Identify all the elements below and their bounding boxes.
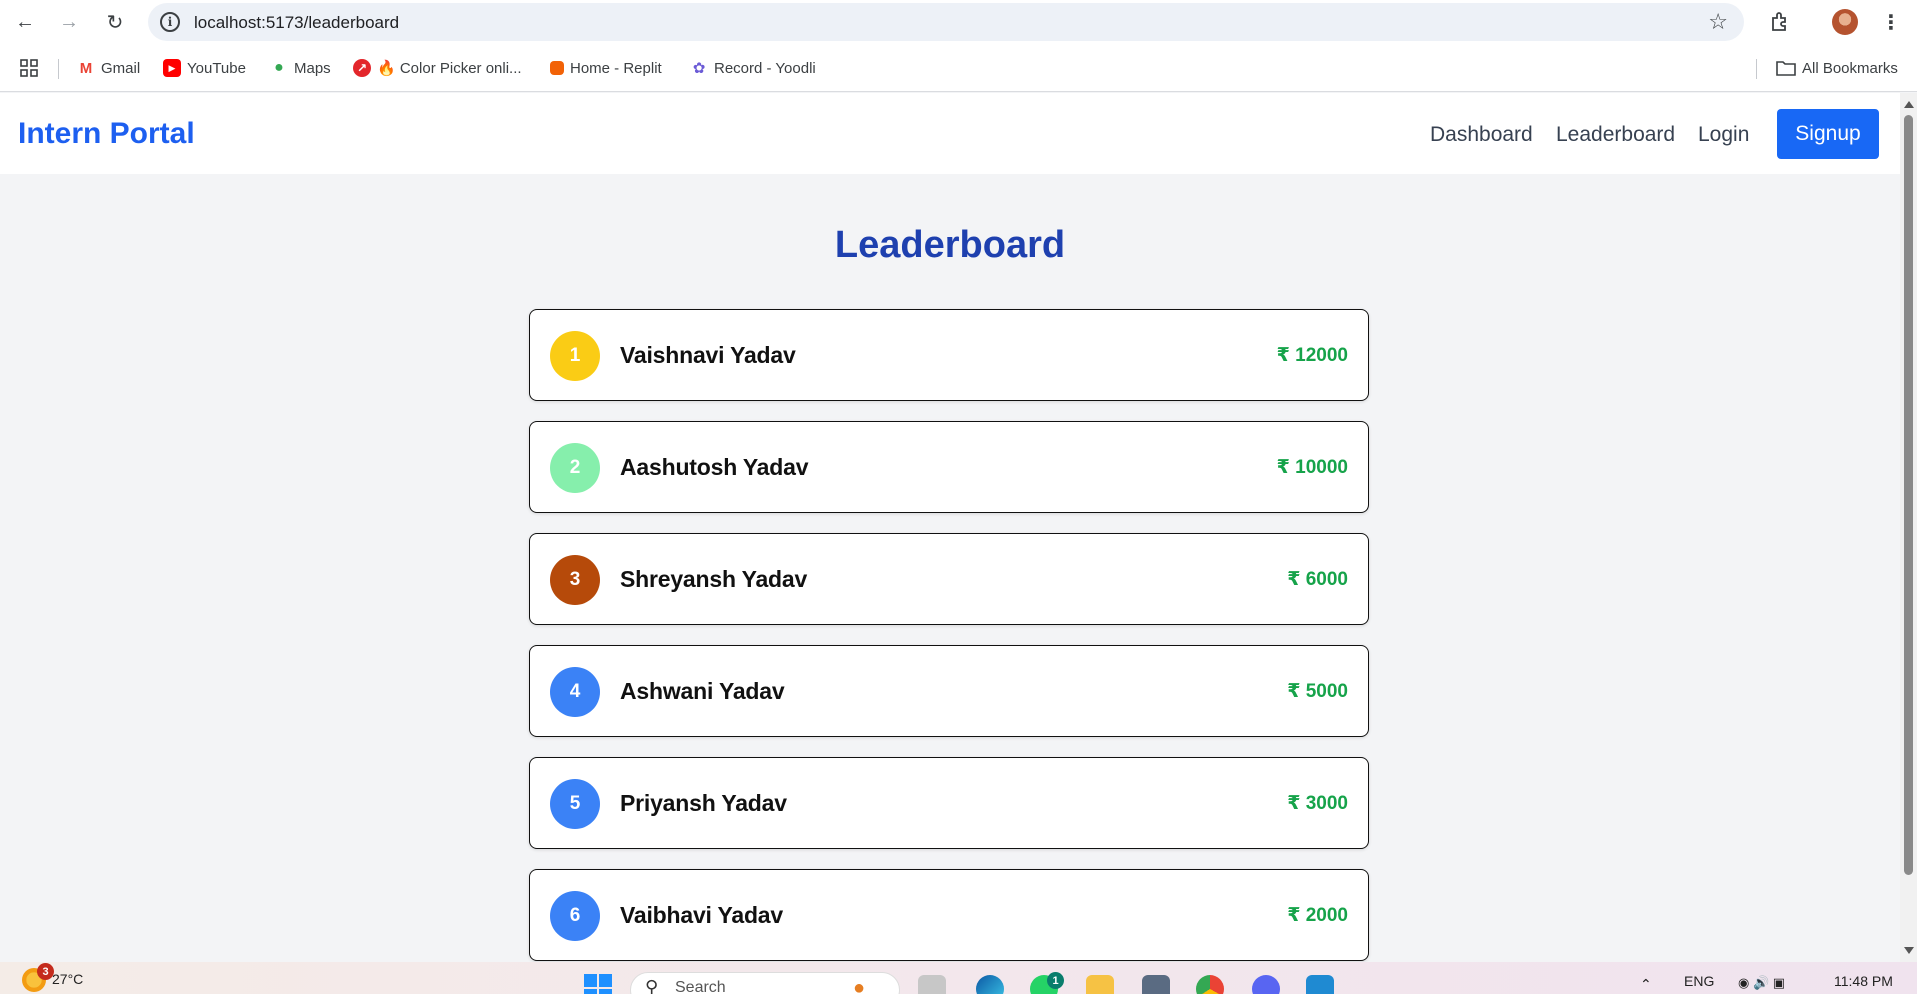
bookmark-star-icon[interactable]: ☆ (1708, 9, 1728, 35)
intern-name: Shreyansh Yadav (620, 566, 808, 592)
forward-icon[interactable]: → (56, 9, 82, 35)
nav-dashboard[interactable]: Dashboard (1430, 123, 1533, 147)
address-bar[interactable]: i localhost:5173/leaderboard ☆ (148, 3, 1744, 41)
donation-amount: ₹ 12000 (1276, 345, 1348, 366)
browser-toolbar: ← → ↻ i localhost:5173/leaderboard ☆ ⋮ (0, 0, 1917, 44)
tray-chevron-icon[interactable]: ⌃ (1640, 976, 1652, 993)
nav-leaderboard[interactable]: Leaderboard (1556, 123, 1675, 147)
extensions-icon[interactable] (1767, 9, 1793, 35)
bookmark-separator (1756, 59, 1757, 79)
scroll-thumb[interactable] (1904, 115, 1913, 875)
rank-badge: 1 (550, 331, 600, 381)
whatsapp-badge: 1 (1047, 972, 1064, 989)
brand-logo[interactable]: Intern Portal (18, 117, 195, 151)
start-windows-icon[interactable] (584, 974, 612, 994)
scroll-down-icon[interactable] (1904, 947, 1914, 954)
file-explorer-icon[interactable] (1086, 975, 1114, 994)
bookmark-separator (58, 59, 59, 79)
youtube-icon: ▶ (163, 59, 181, 77)
temperature: 27°C (52, 971, 84, 987)
nav-login[interactable]: Login (1698, 123, 1749, 147)
back-icon[interactable]: ← (12, 9, 38, 35)
calculator-icon[interactable] (1142, 975, 1170, 994)
bookmark-label: 🔥 Color Picker onli... (377, 60, 522, 77)
page-scrollbar[interactable] (1900, 93, 1917, 962)
chrome-icon[interactable] (1196, 975, 1224, 994)
all-bookmarks-label: All Bookmarks (1802, 59, 1898, 77)
bookmark-label: Gmail (101, 59, 141, 77)
all-bookmarks[interactable]: All Bookmarks (1776, 57, 1898, 79)
intern-name: Vaishnavi Yadav (620, 342, 796, 368)
intern-name: Priyansh Yadav (620, 790, 787, 816)
yoodli-icon: ✿ (690, 59, 708, 77)
bookmark-youtube[interactable]: ▶ YouTube (163, 57, 246, 79)
intern-name: Ashwani Yadav (620, 678, 785, 704)
leaderboard-card: 4 Ashwani Yadav ₹ 5000 (529, 645, 1369, 737)
donation-amount: ₹ 6000 (1287, 569, 1348, 590)
bookmark-maps[interactable]: ● Maps (270, 57, 331, 79)
bookmark-label: Record - Yoodli (714, 59, 816, 77)
discord-icon[interactable] (1252, 975, 1280, 994)
apps-grid-icon[interactable] (20, 57, 38, 79)
leaderboard-card: 1 Vaishnavi Yadav ₹ 12000 (529, 309, 1369, 401)
task-view-icon[interactable] (918, 975, 946, 994)
search-placeholder: Search (675, 979, 726, 994)
rank-badge: 6 (550, 891, 600, 941)
weather-badge: 3 (37, 963, 54, 980)
color-picker-icon: ↗ (353, 59, 371, 77)
rank-badge: 3 (550, 555, 600, 605)
rank-badge: 5 (550, 779, 600, 829)
search-highlight-icon: ● (853, 977, 866, 994)
leaderboard-card: 6 Vaibhavi Yadav ₹ 2000 (529, 869, 1369, 961)
intern-name: Vaibhavi Yadav (620, 902, 783, 928)
clock[interactable]: 11:48 PM (1834, 973, 1893, 989)
network-volume-battery-icons[interactable]: ◉ 🔊 ▣ (1738, 975, 1785, 991)
scroll-up-icon[interactable] (1904, 101, 1914, 108)
vscode-icon[interactable] (1306, 975, 1334, 994)
taskbar-search[interactable]: ⚲ Search ● (630, 972, 900, 994)
rank-badge: 2 (550, 443, 600, 493)
donation-amount: ₹ 5000 (1287, 681, 1348, 702)
donation-amount: ₹ 10000 (1276, 457, 1348, 478)
donation-amount: ₹ 3000 (1287, 793, 1348, 814)
reload-icon[interactable]: ↻ (102, 9, 128, 35)
bookmark-label: Home - Replit (570, 59, 662, 77)
windows-taskbar: 27°C 3 ⚲ Search ● 1 ⌃ ENG ◉ 🔊 ▣ 11:48 PM (0, 962, 1917, 994)
menu-kebab-icon[interactable]: ⋮ (1878, 9, 1904, 35)
replit-icon (550, 61, 564, 75)
maps-icon: ● (270, 59, 288, 77)
leaderboard-list: 1 Vaishnavi Yadav ₹ 12000 2 Aashutosh Yadav ₹… (529, 309, 1369, 981)
bookmark-replit[interactable]: Home - Replit (550, 57, 662, 79)
url-text[interactable]: localhost:5173/leaderboard (194, 13, 399, 33)
bookmark-label: YouTube (187, 59, 246, 77)
search-icon: ⚲ (645, 977, 659, 994)
bookmark-label: Maps (294, 59, 331, 77)
intern-name: Aashutosh Yadav (620, 454, 809, 480)
donation-amount: ₹ 2000 (1287, 905, 1348, 926)
profile-avatar[interactable] (1832, 9, 1858, 35)
page-title: Leaderboard (834, 224, 1066, 266)
edge-icon[interactable] (976, 975, 1004, 994)
rank-badge: 4 (550, 667, 600, 717)
app-header: Intern Portal Dashboard Leaderboard Logi… (0, 93, 1900, 174)
bookmark-yoodli[interactable]: ✿ Record - Yoodli (690, 57, 816, 79)
site-info-icon[interactable]: i (160, 12, 180, 32)
bookmarks-bar: M Gmail ▶ YouTube ● Maps ↗ 🔥 Color Picke… (0, 44, 1917, 92)
gmail-icon: M (77, 59, 95, 77)
signup-button[interactable]: Signup (1777, 109, 1879, 159)
leaderboard-card: 2 Aashutosh Yadav ₹ 10000 (529, 421, 1369, 513)
bookmark-gmail[interactable]: M Gmail (77, 57, 140, 79)
bookmark-color-picker[interactable]: ↗ 🔥 Color Picker onli... (353, 57, 522, 79)
folder-icon (1776, 61, 1796, 76)
leaderboard-card: 3 Shreyansh Yadav ₹ 6000 (529, 533, 1369, 625)
leaderboard-card: 5 Priyansh Yadav ₹ 3000 (529, 757, 1369, 849)
language-indicator[interactable]: ENG (1684, 973, 1714, 989)
